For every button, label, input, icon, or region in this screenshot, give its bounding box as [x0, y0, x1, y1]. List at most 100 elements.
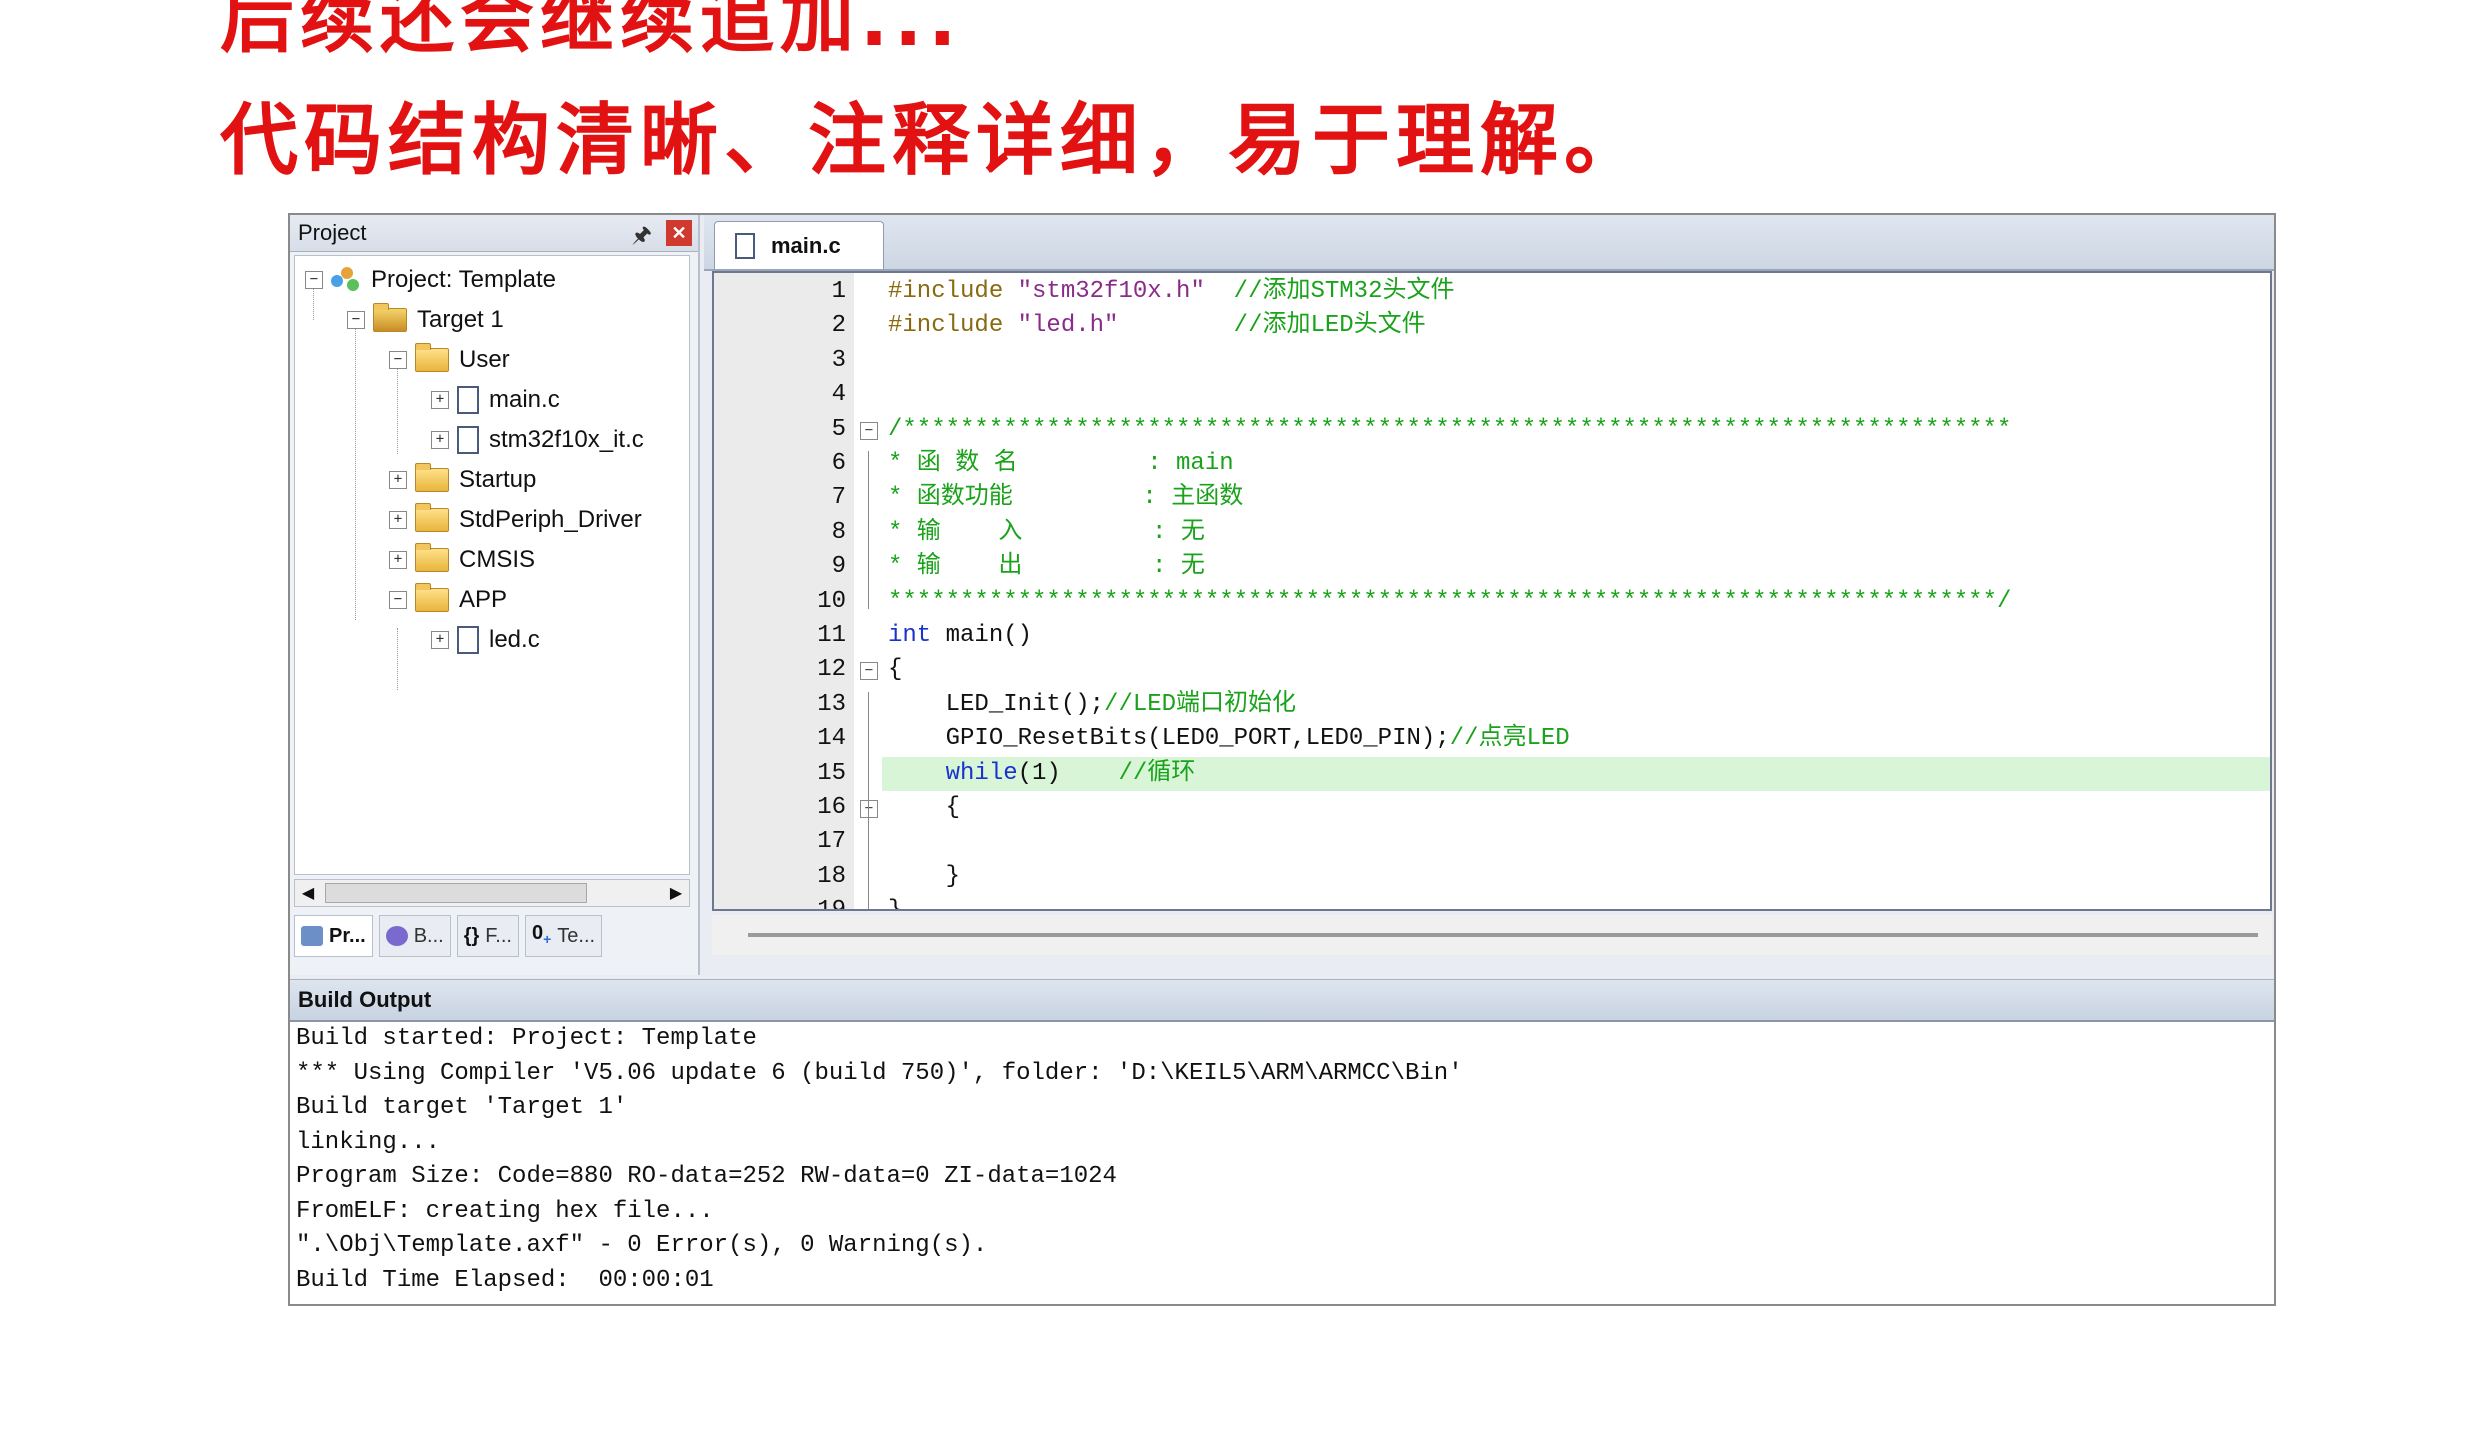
code-line[interactable]: 16− { [714, 791, 2270, 825]
project-panel-title: Project [298, 220, 367, 245]
tree-item-folder-startup[interactable]: + Startup [389, 460, 536, 500]
tab-functions[interactable]: {} F... [456, 915, 519, 957]
code-line[interactable]: 18 } [714, 860, 2270, 894]
tree-item-label: Project: Template [371, 266, 556, 293]
code-line[interactable]: 11 int main() [714, 619, 2270, 653]
code-token: "led.h" [1017, 312, 1119, 340]
file-icon [457, 626, 479, 654]
collapse-icon[interactable]: − [347, 311, 365, 329]
line-number: 12 [817, 656, 846, 684]
code-token: (1) [1017, 759, 1119, 787]
code-line[interactable]: 17 [714, 825, 2270, 859]
collapse-icon[interactable]: − [305, 271, 323, 289]
code-line[interactable]: 8 * 输 入 : 无 [714, 516, 2270, 550]
expand-icon[interactable]: + [431, 391, 449, 409]
project-horizontal-scrollbar[interactable]: ◀ ▶ [294, 879, 690, 907]
line-number: 1 [831, 278, 846, 305]
line-number: 4 [831, 381, 846, 409]
fold-guide [868, 451, 869, 609]
collapse-icon[interactable]: − [389, 591, 407, 609]
editor-pane: main.c 1 #include "stm32f10x.h" //添加STM32… [704, 215, 2274, 975]
editor-tab-bar: main.c [704, 215, 2274, 271]
code-line[interactable]: 5−/*************************************… [714, 413, 2270, 447]
code-token: //点亮LED [1449, 725, 1570, 753]
code-line[interactable]: 15 while(1) //循环 [714, 756, 2270, 791]
line-number: 2 [831, 312, 846, 340]
tree-item-folder-cmsis[interactable]: + CMSIS [389, 540, 535, 580]
code-token: #include [888, 312, 1018, 340]
line-number: 10 [817, 587, 846, 615]
code-line[interactable]: 14 GPIO_ResetBits(LED0_PORT,LED0_PIN);//… [714, 722, 2270, 756]
expand-icon[interactable]: + [389, 471, 407, 489]
books-icon [385, 926, 408, 946]
close-icon[interactable]: ✕ [666, 220, 692, 246]
code-line[interactable]: 19} [714, 894, 2270, 909]
code-line[interactable]: 13 LED_Init();//LED端口初始化 [714, 688, 2270, 722]
scroll-thumb[interactable] [325, 883, 587, 903]
headline-line-2: 代码结构清晰、注释详细，易于理解。 [220, 96, 1649, 186]
folder-icon [415, 503, 449, 532]
code-line[interactable]: 7 * 函数功能 : 主函数 [714, 481, 2270, 515]
collapse-icon[interactable]: − [389, 351, 407, 369]
tree-item-folder-user[interactable]: − User [389, 340, 510, 380]
pin-icon[interactable]: 🖈 [632, 217, 652, 253]
expand-icon[interactable]: + [431, 431, 449, 449]
tree-item-file-main[interactable]: + main.c [431, 380, 560, 420]
code-line[interactable]: 10 **************************************… [714, 585, 2270, 619]
scroll-left-icon[interactable]: ◀ [297, 882, 319, 904]
tab-main-c[interactable]: main.c [714, 221, 884, 269]
file-icon [457, 386, 479, 414]
project-panel-header: Project 🖈 ✕ [290, 215, 698, 252]
tab-label: Te... [557, 925, 596, 947]
code-line[interactable]: 12−{ [714, 653, 2270, 687]
line-number: 5 [831, 415, 846, 443]
code-editor[interactable]: 1 #include "stm32f10x.h" //添加STM32头文件 2 #in… [712, 271, 2272, 911]
tab-books[interactable]: B... [378, 915, 451, 957]
tree-item-label: APP [459, 586, 508, 613]
tab-label: Pr... [329, 925, 366, 947]
code-text: int main() [888, 619, 1032, 653]
code-line[interactable]: 6 * 函 数 名 : main [714, 447, 2270, 481]
code-token: //添加STM32头文件 [1233, 278, 1455, 305]
tab-templates[interactable]: 0+ Te... [524, 915, 603, 957]
tree-item-folder-stdperiph[interactable]: + StdPeriph_Driver [389, 500, 642, 540]
line-number: 13 [817, 690, 846, 718]
fold-toggle-icon[interactable]: − [860, 421, 878, 440]
scroll-track[interactable] [748, 933, 2258, 937]
code-line[interactable]: 3 [714, 344, 2270, 378]
build-output-line: linking... [296, 1128, 441, 1156]
expand-icon[interactable]: + [389, 511, 407, 529]
code-line[interactable]: 1 #include "stm32f10x.h" //添加STM32头文件 [714, 275, 2270, 309]
fold-toggle-icon[interactable]: − [860, 800, 878, 818]
code-token: GPIO_ResetBits(LED0_PORT,LED0_PIN); [888, 725, 1450, 753]
code-token: //添加LED头文件 [1233, 312, 1426, 340]
code-line[interactable]: 9 * 输 出 : 无 [714, 550, 2270, 584]
folder-icon [415, 543, 449, 572]
tree-item-label: stm32f10x_it.c [489, 426, 644, 453]
line-number: 7 [831, 484, 846, 512]
tab-label: B... [413, 925, 444, 947]
fold-toggle-icon[interactable]: − [860, 662, 878, 681]
code-token: * 函数功能 : 主函数 [888, 484, 1244, 512]
code-line[interactable]: 4 [714, 378, 2270, 412]
code-token: * 输 出 : 无 [888, 553, 1205, 581]
headline-line-1: 后续还会继续追加... [220, 0, 963, 63]
editor-horizontal-scrollbar[interactable] [712, 915, 2272, 955]
tree-item-target[interactable]: − Target 1 [347, 300, 504, 340]
code-line[interactable]: 2 #include "led.h" //添加LED头文件 [714, 309, 2270, 343]
scroll-right-icon[interactable]: ▶ [665, 882, 687, 904]
code-token: int [888, 622, 932, 649]
tree-item-file-it[interactable]: + stm32f10x_it.c [431, 420, 644, 460]
tree-item-project[interactable]: − Project: Template [305, 260, 556, 300]
tab-project[interactable]: Pr... [294, 915, 373, 957]
code-token: { [888, 656, 903, 684]
expand-icon[interactable]: + [389, 551, 407, 569]
line-number: 14 [817, 725, 846, 753]
tree-item-file-led[interactable]: + led.c [431, 620, 540, 660]
project-tree: − Project: Template − Target 1 − User + [294, 255, 690, 875]
tree-item-folder-app[interactable]: − APP [389, 580, 507, 620]
expand-icon[interactable]: + [431, 631, 449, 649]
